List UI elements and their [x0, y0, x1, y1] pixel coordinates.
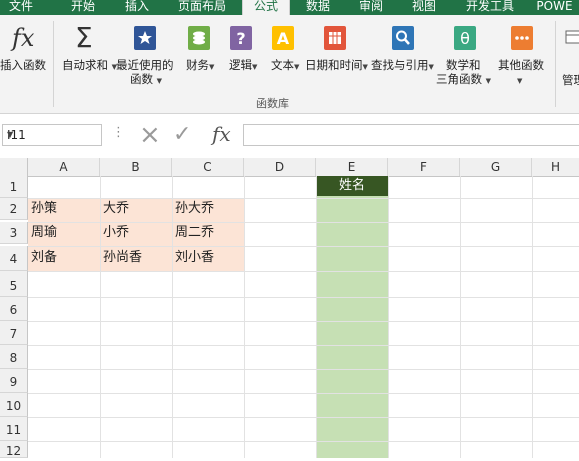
tab-data[interactable]: 数据 — [293, 0, 343, 15]
cell-e1[interactable]: 姓名 — [316, 176, 388, 196]
tab-formulas[interactable]: 公式 — [242, 0, 290, 15]
chevron-down-icon[interactable]: ▼ — [7, 130, 96, 139]
row-header-8[interactable]: 8 — [0, 345, 28, 369]
tab-file[interactable]: 文件 — [0, 0, 42, 15]
fx-icon: fx — [12, 24, 35, 52]
name-tag-icon — [565, 30, 579, 44]
cell-a4[interactable]: 刘备 — [28, 247, 57, 269]
ribbon-tab-bar: 文件 开始 插入 页面布局 公式 数据 审阅 视图 开发工具 POWE — [0, 0, 579, 15]
dots-book-icon — [511, 26, 533, 50]
column-header-b[interactable]: B — [100, 158, 172, 176]
column-header-d[interactable]: D — [244, 158, 316, 176]
tab-review[interactable]: 审阅 — [346, 0, 396, 15]
tab-home[interactable]: 开始 — [58, 0, 108, 15]
column-header-g[interactable]: G — [460, 158, 532, 176]
question-book-icon: ? — [230, 26, 252, 50]
more-options-icon[interactable]: ⋮ — [112, 125, 125, 140]
column-header-row: A B C D E F G H — [0, 158, 579, 177]
tab-view[interactable]: 视图 — [398, 0, 450, 15]
column-header-h[interactable]: H — [532, 158, 579, 176]
row-header-12[interactable]: 12 — [0, 441, 28, 458]
cell-b2[interactable]: 大乔 — [100, 198, 129, 220]
cell-c2[interactable]: 孙大乔 — [172, 198, 214, 220]
fx-icon[interactable]: fx — [212, 122, 231, 146]
row-header-11[interactable]: 11 — [0, 417, 28, 441]
svg-text:θ: θ — [460, 29, 470, 48]
ribbon-formulas: fx 插入函数 Σ 自动求和 ▼ 最近使用的 函数 ▼ 财务▼ ? 逻辑▼ A … — [0, 15, 579, 114]
cell-a3[interactable]: 周瑜 — [28, 222, 57, 244]
theta-book-icon: θ — [454, 26, 476, 50]
row-header-5[interactable]: 5 — [0, 271, 28, 297]
column-header-c[interactable]: C — [172, 158, 244, 176]
magnifier-book-icon — [392, 26, 414, 50]
cell-b4[interactable]: 孙尚香 — [100, 247, 142, 269]
row-header-4[interactable]: 4 — [0, 246, 28, 271]
coins-book-icon — [188, 26, 210, 50]
cancel-icon[interactable]: × — [139, 120, 161, 150]
tab-insert[interactable]: 插入 — [112, 0, 162, 15]
row-header-2[interactable]: 2 — [0, 198, 28, 220]
formula-input[interactable] — [243, 124, 579, 146]
row-header-6[interactable]: 6 — [0, 297, 28, 321]
star-book-icon — [134, 26, 156, 50]
formula-bar-buttons: ⋮ × ✓ fx — [103, 120, 243, 150]
column-header-a[interactable]: A — [28, 158, 100, 176]
row-header-9[interactable]: 9 — [0, 369, 28, 393]
column-header-e[interactable]: E — [316, 158, 388, 176]
cell-c4[interactable]: 刘小香 — [172, 247, 214, 269]
tab-power[interactable]: POWE — [530, 0, 579, 15]
tab-page-layout[interactable]: 页面布局 — [166, 0, 238, 15]
calendar-book-icon — [324, 26, 346, 50]
cell-b3[interactable]: 小乔 — [100, 222, 129, 244]
row-header-3[interactable]: 3 — [0, 222, 28, 244]
cell-a2[interactable]: 孙策 — [28, 198, 57, 220]
sigma-icon: Σ — [75, 21, 93, 54]
name-box[interactable]: I11 ▼ — [2, 124, 102, 146]
select-all-corner[interactable] — [0, 158, 28, 176]
svg-text:A: A — [277, 29, 290, 48]
ribbon-separator — [555, 21, 556, 107]
formula-bar: I11 ▼ ⋮ × ✓ fx — [0, 114, 579, 158]
a-book-icon: A — [272, 26, 294, 50]
group-label-function-library: 函数库 — [256, 97, 289, 110]
column-header-f[interactable]: F — [388, 158, 460, 176]
enter-icon[interactable]: ✓ — [173, 122, 191, 147]
tab-developer[interactable]: 开发工具 — [456, 0, 524, 15]
row-header-7[interactable]: 7 — [0, 321, 28, 345]
ribbon-separator — [53, 21, 54, 107]
green-fill-column — [316, 176, 388, 458]
row-header-1[interactable]: 1 — [0, 176, 28, 198]
svg-text:?: ? — [236, 29, 245, 48]
cell-c3[interactable]: 周二乔 — [172, 222, 214, 244]
row-header-10[interactable]: 10 — [0, 393, 28, 417]
